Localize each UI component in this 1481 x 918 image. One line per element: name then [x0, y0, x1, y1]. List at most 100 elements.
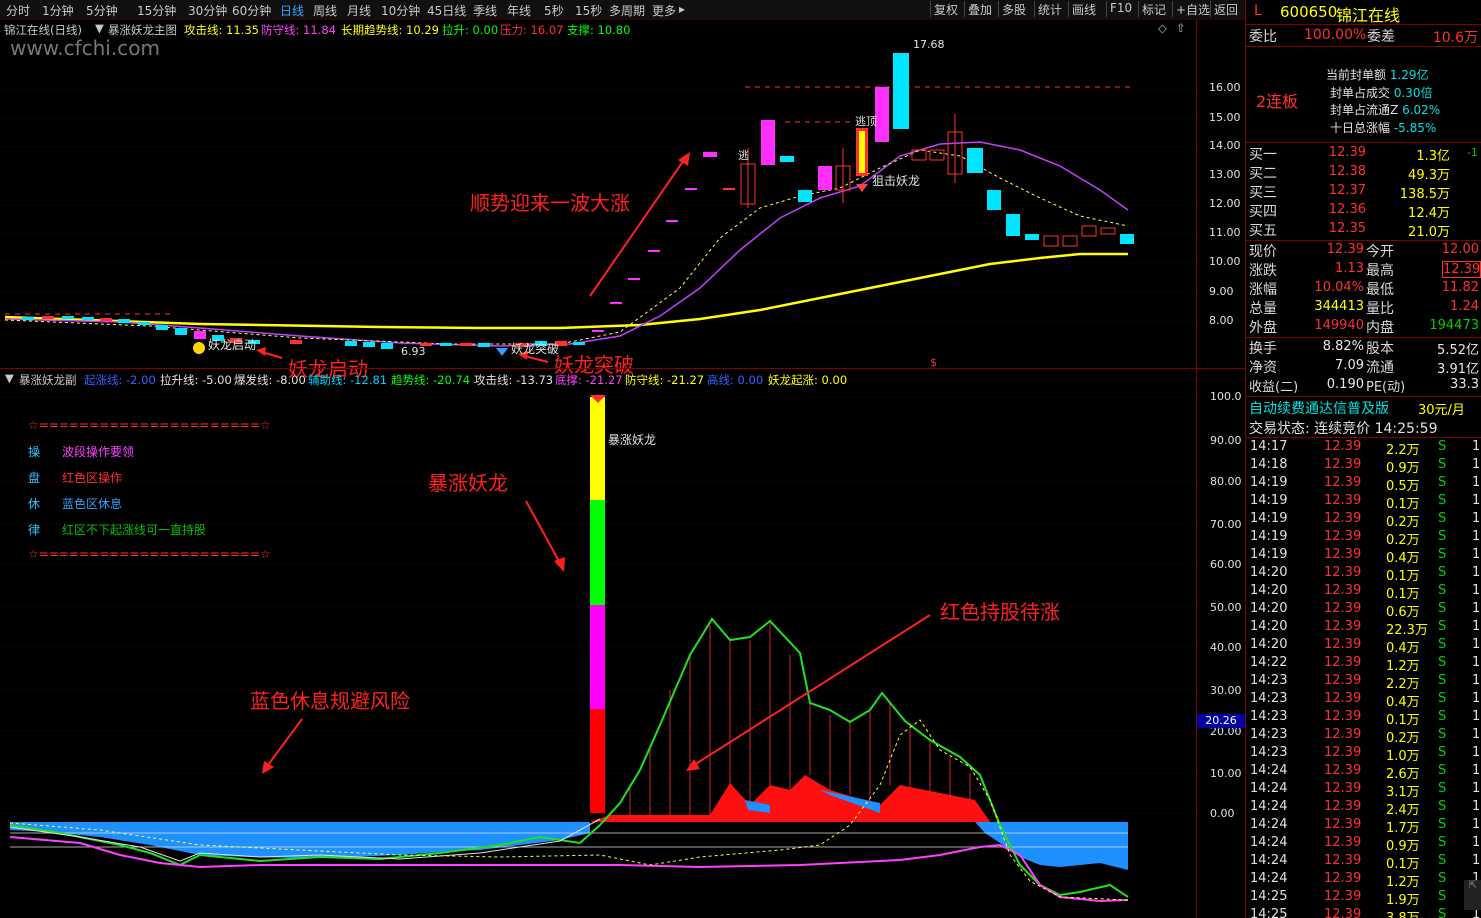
stat-label: 最高 — [1366, 263, 1394, 279]
indicator-menu-icon[interactable]: ▼ — [95, 21, 104, 35]
tab-period-week[interactable]: 周线 — [313, 2, 337, 19]
tick-price: 12.39 — [1324, 871, 1362, 886]
svg-text:$: $ — [930, 356, 937, 368]
restore-rights-button[interactable]: 复权 — [930, 1, 961, 17]
bid-price: 12.39 — [1328, 145, 1366, 160]
tab-period-5sec[interactable]: 5秒 — [544, 2, 564, 19]
high-price-label: 17.68 — [913, 38, 945, 51]
mark-button[interactable]: 标记 — [1138, 1, 1169, 17]
add-watchlist-button[interactable]: +自选 — [1172, 1, 1213, 17]
tick-volume: 0.2万 — [1386, 515, 1420, 530]
tab-period-15min[interactable]: 15分钟 — [137, 2, 176, 19]
tick-volume: 0.2万 — [1386, 731, 1420, 746]
promo-price[interactable]: 30元/月 — [1418, 399, 1465, 418]
seal-label: 十日总涨幅 — [1330, 121, 1391, 135]
tick-side: S — [1438, 727, 1447, 742]
tick-count: 1 — [1472, 583, 1481, 598]
tab-more[interactable]: 更多 — [652, 2, 676, 19]
stat-label: 收益(二) — [1249, 380, 1299, 395]
tick-count: 1 — [1472, 727, 1481, 742]
back-button[interactable]: 返回 — [1210, 1, 1241, 17]
tick-side: S — [1438, 673, 1447, 688]
tick-volume: 1.9万 — [1386, 893, 1420, 908]
scrollbar[interactable]: ⇱ — [1464, 880, 1481, 910]
quote-panel: L 600650 锦江在线 委比 100.00% 委差 10.6万 2连板 当前… — [1245, 0, 1481, 918]
tick-list[interactable]: 14:17 12.39 2.2万 S 1 14:18 12.39 0.9万 S 1 14:19 12.… — [1246, 439, 1481, 918]
trade-status: 交易状态: 连续竞价 14:25:59 — [1249, 421, 1438, 437]
tick-row: 14:19 12.39 0.2万 S 1 — [1246, 529, 1481, 548]
bid-label: 买四 — [1249, 204, 1277, 220]
statistics-button[interactable]: 统计 — [1034, 1, 1065, 17]
tab-period-minute[interactable]: 分时 — [6, 2, 30, 19]
main-price-axis: 16.00 15.00 14.00 13.00 12.00 11.00 10.0… — [1196, 38, 1246, 368]
tab-period-season[interactable]: 季线 — [473, 2, 497, 19]
tick-side: S — [1438, 439, 1447, 454]
weicha-label: 委差 — [1367, 29, 1395, 45]
tick-time: 14:23 — [1250, 745, 1288, 760]
tab-period-multi[interactable]: 多周期 — [609, 2, 645, 19]
promo-link[interactable]: 自动续费通达信普及版 — [1249, 398, 1389, 418]
seal-row: 封单占成交 0.30倍 — [1330, 84, 1433, 101]
tick-count: 1 — [1472, 601, 1481, 616]
tick-time: 14:24 — [1250, 853, 1288, 868]
tab-period-year[interactable]: 年线 — [507, 2, 531, 19]
tab-period-15sec[interactable]: 15秒 — [575, 2, 602, 19]
collapse-icon[interactable]: ⇧ — [1176, 21, 1186, 35]
tick-row: 14:19 12.39 0.1万 S 1 — [1246, 493, 1481, 512]
period-toolbar: 分时 1分钟 5分钟 15分钟 30分钟 60分钟 日线 周线 月线 10分钟 … — [0, 0, 1245, 20]
tab-period-day[interactable]: 日线 — [280, 2, 304, 19]
tick-volume: 1.7万 — [1386, 821, 1420, 836]
tick-price: 12.39 — [1324, 889, 1362, 904]
tick-count: 1 — [1472, 565, 1481, 580]
stat-label: PE(动) — [1366, 380, 1406, 395]
stat-value: 1.24 — [1450, 299, 1479, 314]
tick-side: S — [1438, 493, 1447, 508]
weibi-value: 100.00% — [1304, 27, 1367, 43]
tab-period-month[interactable]: 月线 — [347, 2, 371, 19]
tick-time: 14:24 — [1250, 871, 1288, 886]
tick-row: 14:20 12.39 0.1万 S 1 — [1246, 565, 1481, 584]
tick-row: 14:19 12.39 0.5万 S 1 — [1246, 475, 1481, 494]
tick-time: 14:18 — [1250, 457, 1288, 472]
annotation-rest-blue: 蓝色休息规避风险 — [250, 689, 410, 713]
axis-tick: 9.00 — [1209, 285, 1234, 298]
pane-divider — [0, 368, 1245, 369]
tab-period-5min[interactable]: 5分钟 — [86, 2, 118, 19]
sub-indicator-menu-icon[interactable]: ▼ — [5, 371, 14, 385]
seal-row: 当前封单额 1.29亿 — [1326, 66, 1429, 83]
chevron-right-icon[interactable]: ▸ — [679, 2, 685, 16]
seal-label: 封单占流通Z — [1330, 103, 1399, 117]
tab-period-1min[interactable]: 1分钟 — [42, 2, 74, 19]
tick-price: 12.39 — [1324, 619, 1362, 634]
tick-row: 14:23 12.39 2.2万 S 1 — [1246, 673, 1481, 692]
tick-time: 14:20 — [1250, 637, 1288, 652]
tick-side: S — [1438, 655, 1447, 670]
stat-label: 净资 — [1249, 360, 1277, 376]
tab-period-10min[interactable]: 10分钟 — [381, 2, 420, 19]
sub-indicator-chart[interactable] — [0, 385, 1196, 918]
multi-stock-button[interactable]: 多股 — [998, 1, 1029, 17]
stat-label: 现价 — [1249, 244, 1277, 260]
tab-period-45day[interactable]: 45日线 — [427, 2, 466, 19]
tick-price: 12.39 — [1324, 547, 1362, 562]
draw-line-button[interactable]: 画线 — [1068, 1, 1099, 17]
money-bag-icon — [193, 342, 205, 354]
axis-tick: 11.00 — [1209, 226, 1241, 239]
tick-volume: 0.2万 — [1386, 533, 1420, 548]
tick-price: 12.39 — [1324, 529, 1362, 544]
axis-tick: 10.00 — [1210, 767, 1242, 780]
tick-count: 1 — [1472, 655, 1481, 670]
axis-tick: 100.0 — [1210, 390, 1242, 403]
tab-period-30min[interactable]: 30分钟 — [188, 2, 227, 19]
divider — [1246, 437, 1481, 438]
legend-text: 红区不下起涨线可一直持股 — [62, 523, 207, 537]
f10-button[interactable]: F10 — [1106, 1, 1135, 17]
tick-count: 1 — [1472, 439, 1481, 454]
bid-volume: 138.5万 — [1399, 187, 1450, 202]
diamond-icon[interactable]: ◇ — [1158, 21, 1167, 35]
tick-price: 12.39 — [1324, 475, 1362, 490]
tab-period-60min[interactable]: 60分钟 — [232, 2, 271, 19]
overlay-button[interactable]: 叠加 — [964, 1, 995, 17]
escape-top-label: 逃顶 — [855, 115, 877, 128]
stat-label: 流通 — [1366, 360, 1394, 376]
